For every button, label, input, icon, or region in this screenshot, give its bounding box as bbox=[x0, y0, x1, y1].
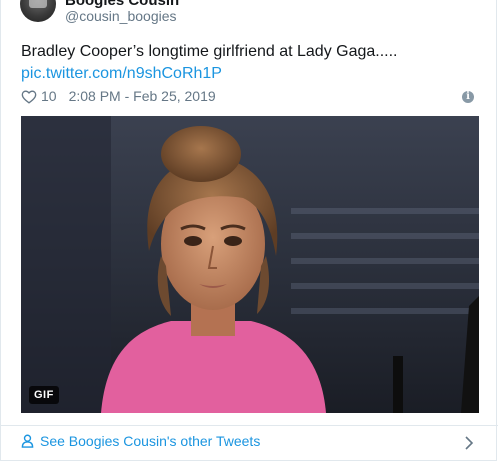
heart-icon[interactable] bbox=[21, 89, 37, 104]
info-icon[interactable]: i bbox=[462, 91, 474, 103]
other-tweets-label: See Boogies Cousin's other Tweets bbox=[40, 433, 261, 449]
user-handle[interactable]: @cousin_boogies bbox=[65, 8, 177, 24]
tweet-media-link[interactable]: pic.twitter.com/n9shCoRh1P bbox=[21, 63, 222, 85]
avatar[interactable] bbox=[20, 0, 56, 22]
person-icon bbox=[21, 434, 34, 448]
tweet-meta: 10 2:08 PM - Feb 25, 2019 bbox=[21, 88, 216, 104]
like-count: 10 bbox=[41, 88, 57, 104]
tweet-card: Boogies Cousin @cousin_boogies Bradley C… bbox=[0, 0, 498, 461]
gif-frame bbox=[21, 116, 479, 413]
tweet-media[interactable]: GIF bbox=[21, 116, 479, 413]
tweet-text: Bradley Cooper’s longtime girlfriend at … bbox=[21, 43, 398, 60]
gif-badge: GIF bbox=[29, 386, 59, 404]
timestamp[interactable]: 2:08 PM - Feb 25, 2019 bbox=[69, 88, 216, 104]
divider bbox=[1, 425, 498, 426]
other-tweets-link[interactable]: See Boogies Cousin's other Tweets bbox=[21, 433, 260, 449]
chevron-right-icon[interactable] bbox=[464, 436, 474, 450]
